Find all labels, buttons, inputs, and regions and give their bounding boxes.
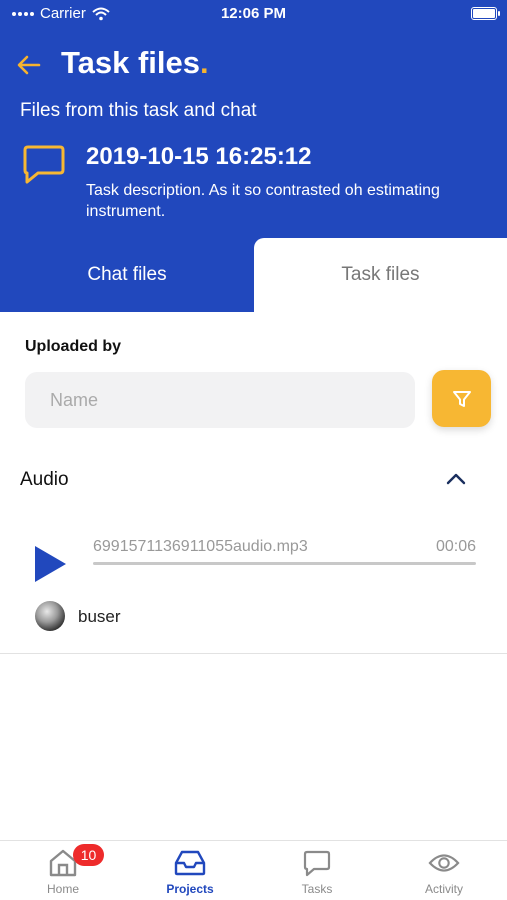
chat-bubble-icon [301, 849, 333, 877]
avatar [35, 601, 65, 631]
collapse-audio-button[interactable] [443, 466, 469, 492]
nav-item-projects[interactable]: Projects [127, 841, 253, 900]
chat-bubble-icon [23, 145, 65, 184]
title-dot: . [200, 45, 209, 80]
audio-progress-bar[interactable] [93, 562, 476, 565]
divider [0, 653, 507, 654]
name-search-input[interactable] [25, 372, 415, 428]
audio-duration: 00:06 [435, 538, 476, 555]
task-description: Task description. As it so contrasted oh… [86, 182, 440, 220]
back-button[interactable] [14, 50, 44, 80]
nav-label-projects: Projects [166, 882, 214, 896]
inbox-icon [174, 849, 206, 877]
nav-item-tasks[interactable]: Tasks [254, 841, 380, 900]
uploaded-by-label: Uploaded by [25, 338, 122, 355]
tab-chat-files[interactable]: Chat files [0, 238, 254, 312]
filter-button[interactable] [432, 370, 491, 427]
bottom-navigation: Home 10 Projects Tasks Activity [0, 840, 507, 900]
nav-label-home: Home [46, 882, 79, 896]
nav-item-activity[interactable]: Activity [381, 841, 507, 900]
notification-badge: 10 [73, 844, 104, 866]
page-title: Task files. [61, 45, 209, 80]
nav-label-tasks: Tasks [301, 882, 333, 896]
task-date: 2019-10-15 16:25:12 [86, 143, 312, 170]
tab-task-files[interactable]: Task files [254, 238, 507, 312]
nav-item-home[interactable]: Home 10 [0, 841, 126, 900]
battery-icon [471, 7, 500, 20]
uploader-name: buser [78, 607, 121, 626]
audio-section-title: Audio [20, 469, 69, 490]
status-bar: Carrier 12:06 PM [0, 0, 507, 28]
eye-icon [428, 849, 460, 877]
filter-icon [452, 390, 471, 407]
nav-label-activity: Activity [424, 882, 463, 896]
arrow-left-icon [17, 55, 41, 75]
chevron-up-icon [446, 473, 466, 485]
status-time: 12:06 PM [220, 5, 287, 22]
audio-file-name: 6991571136911055audio.mp3 [93, 538, 308, 555]
play-icon[interactable] [32, 544, 68, 584]
page-subtitle: Files from this task and chat [20, 100, 257, 121]
